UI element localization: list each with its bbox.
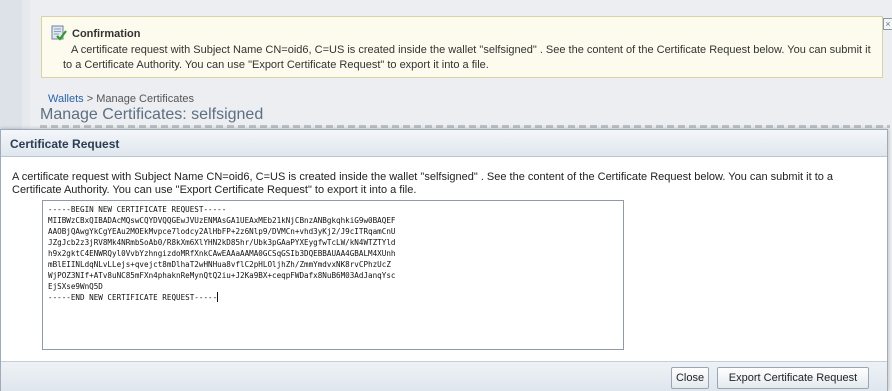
confirmation-title: Confirmation: [72, 28, 141, 40]
certificate-request-dialog: Certificate Request A certificate reques…: [0, 129, 888, 391]
dialog-message: A certificate request with Subject Name …: [12, 171, 834, 196]
close-button[interactable]: Close: [671, 367, 709, 389]
dialog-footer: Close Export Certificate Request: [1, 361, 887, 391]
certificate-text: -----BEGIN NEW CERTIFICATE REQUEST----- …: [48, 205, 396, 302]
certificate-request-textarea[interactable]: -----BEGIN NEW CERTIFICATE REQUEST----- …: [42, 200, 624, 350]
dialog-header[interactable]: Certificate Request: [1, 130, 887, 157]
close-message-icon[interactable]: ×: [883, 18, 892, 30]
confirmation-check-icon: [51, 25, 67, 41]
text-cursor: [217, 292, 219, 302]
dialog-title: Certificate Request: [10, 137, 120, 151]
breadcrumb-wallets-link[interactable]: Wallets: [48, 93, 84, 105]
page-title: Manage Certificates: selfsigned: [40, 106, 264, 123]
breadcrumb-separator: >: [83, 93, 97, 105]
export-certificate-request-button[interactable]: Export Certificate Request: [717, 367, 869, 389]
breadcrumb-current: Manage Certificates: [96, 93, 195, 105]
confirmation-message-box: Confirmation A certificate request with …: [41, 16, 883, 78]
breadcrumb: Wallets > Manage Certificates: [48, 93, 194, 105]
confirmation-text: A certificate request with Subject Name …: [63, 44, 871, 71]
obscured-description: [40, 125, 890, 128]
